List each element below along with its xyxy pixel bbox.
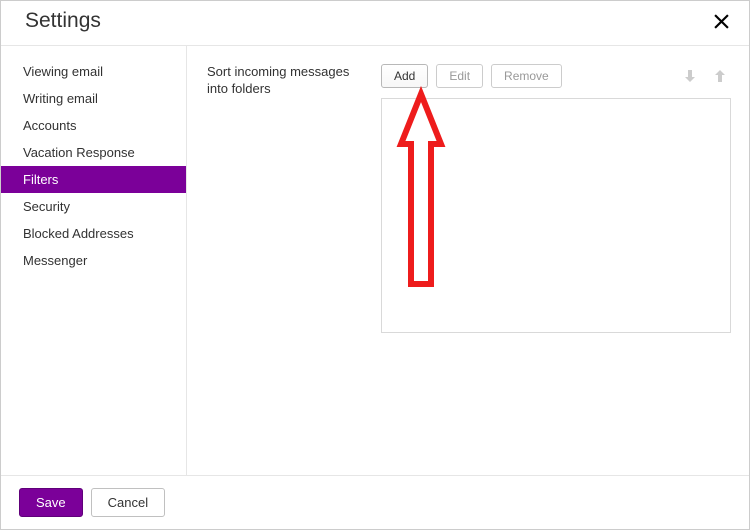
sidebar-item-label: Viewing email — [23, 64, 103, 79]
filters-area: Add Edit Remove — [381, 64, 731, 461]
sidebar-item-vacation-response[interactable]: Vacation Response — [1, 139, 186, 166]
sidebar-item-viewing-email[interactable]: Viewing email — [1, 58, 186, 85]
sidebar-item-writing-email[interactable]: Writing email — [1, 85, 186, 112]
sidebar-item-label: Vacation Response — [23, 145, 135, 160]
sidebar-item-label: Blocked Addresses — [23, 226, 134, 241]
sidebar-item-label: Security — [23, 199, 70, 214]
sidebar: Viewing email Writing email Accounts Vac… — [1, 46, 187, 475]
move-up-button[interactable] — [709, 65, 731, 87]
sidebar-item-label: Messenger — [23, 253, 87, 268]
section-description: Sort incoming messages into folders — [207, 64, 381, 461]
dialog-title: Settings — [25, 9, 101, 33]
filters-toolbar: Add Edit Remove — [381, 64, 731, 88]
content-panel: Sort incoming messages into folders Add … — [187, 46, 749, 475]
sidebar-item-label: Writing email — [23, 91, 98, 106]
arrow-down-icon — [682, 68, 698, 84]
dialog-footer: Save Cancel — [1, 475, 749, 529]
add-button[interactable]: Add — [381, 64, 428, 88]
sidebar-item-blocked-addresses[interactable]: Blocked Addresses — [1, 220, 186, 247]
sidebar-item-accounts[interactable]: Accounts — [1, 112, 186, 139]
filters-list[interactable] — [381, 98, 731, 333]
dialog-body: Viewing email Writing email Accounts Vac… — [1, 46, 749, 475]
close-icon — [714, 14, 729, 29]
sidebar-item-filters[interactable]: Filters — [1, 166, 186, 193]
cancel-button[interactable]: Cancel — [91, 488, 165, 517]
move-down-button[interactable] — [679, 65, 701, 87]
arrow-up-icon — [712, 68, 728, 84]
save-button[interactable]: Save — [19, 488, 83, 517]
sidebar-item-label: Accounts — [23, 118, 76, 133]
edit-button[interactable]: Edit — [436, 64, 483, 88]
close-button[interactable] — [707, 7, 735, 35]
settings-dialog: Settings Viewing email Writing email Acc… — [0, 0, 750, 530]
sidebar-item-messenger[interactable]: Messenger — [1, 247, 186, 274]
remove-button[interactable]: Remove — [491, 64, 562, 88]
sidebar-item-label: Filters — [23, 172, 58, 187]
sidebar-item-security[interactable]: Security — [1, 193, 186, 220]
dialog-header: Settings — [1, 1, 749, 46]
